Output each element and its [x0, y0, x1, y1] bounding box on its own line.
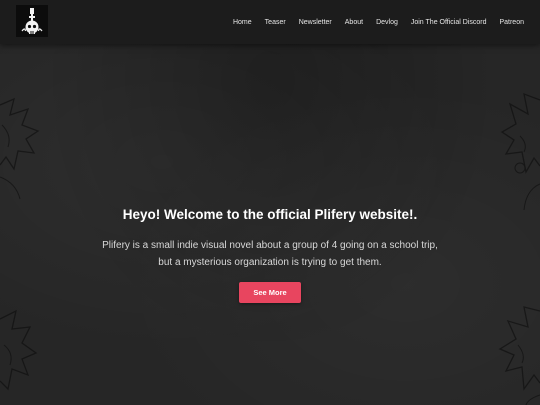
nav-newsletter-link[interactable]: Newsletter	[299, 19, 332, 26]
nav-about-link[interactable]: About	[345, 19, 363, 26]
hero-description: Plifery is a small indie visual novel ab…	[102, 240, 438, 268]
hero-title: Heyo! Welcome to the official Plifery we…	[122, 207, 418, 222]
nav-devlog-link[interactable]: Devlog	[376, 19, 398, 26]
see-more-button[interactable]: See More	[239, 282, 301, 303]
page: Home Teaser Newsletter About Devlog Join…	[0, 0, 540, 405]
nav-discord-link[interactable]: Join The Official Discord	[411, 19, 487, 26]
nav-teaser-link[interactable]: Teaser	[265, 19, 286, 26]
site-header: Home Teaser Newsletter About Devlog Join…	[0, 0, 540, 44]
nav-patreon-link[interactable]: Patreon	[499, 19, 524, 26]
main-nav: Home Teaser Newsletter About Devlog Join…	[233, 0, 524, 44]
candle-skull-logo-icon	[21, 8, 43, 34]
site-logo[interactable]	[16, 5, 48, 37]
hero-section: Heyo! Welcome to the official Plifery we…	[0, 44, 540, 405]
nav-home-link[interactable]: Home	[233, 19, 252, 26]
